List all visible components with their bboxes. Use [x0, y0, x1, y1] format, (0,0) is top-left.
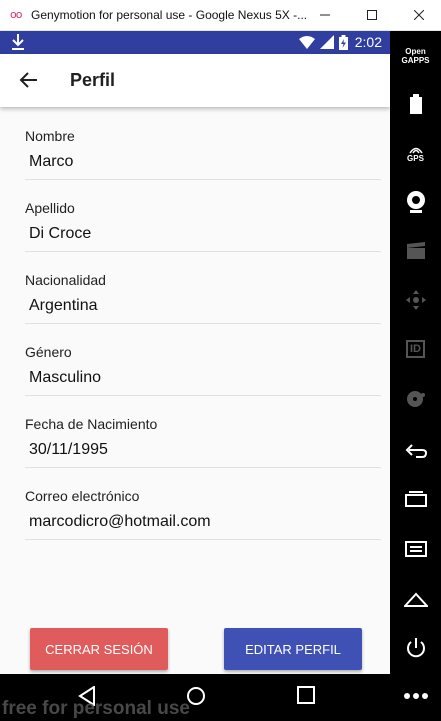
opengapps-button[interactable]: Open GAPPS — [390, 45, 441, 67]
field-label: Nombre — [25, 128, 75, 144]
edit-profile-button[interactable]: EDITAR PERFIL — [224, 628, 362, 670]
home-key-button[interactable] — [390, 588, 441, 610]
back-key-button[interactable] — [390, 439, 441, 461]
screencast-button[interactable] — [390, 239, 441, 263]
menu-key-button[interactable] — [390, 538, 441, 560]
more-dots-icon — [403, 693, 428, 699]
field-label: Nacionalidad — [25, 272, 106, 288]
field-fecha-nacimiento: Fecha de Nacimiento 30/11/1995 — [25, 395, 381, 468]
app-bar: Perfil — [0, 54, 390, 107]
field-nacionalidad: Nacionalidad Argentina — [25, 251, 381, 324]
webcam-button[interactable] — [390, 189, 441, 215]
menu-icon — [404, 541, 427, 557]
id-icon: ID — [406, 340, 425, 358]
field-value: 30/11/1995 — [29, 441, 108, 458]
watermark: free for personal use — [2, 698, 190, 719]
maximize-button[interactable] — [349, 0, 395, 30]
back-arrow-icon[interactable] — [17, 68, 41, 92]
status-indicators: 2:02 — [298, 34, 382, 50]
field-label: Fecha de Nacimiento — [25, 416, 158, 432]
status-bar: 2:02 — [0, 31, 390, 54]
power-icon — [406, 638, 425, 658]
field-value: Marco — [29, 153, 74, 170]
field-genero: Género Masculino — [25, 323, 381, 396]
field-apellido: Apellido Di Croce — [25, 179, 381, 252]
profile-content: Nombre Marco Apellido Di Croce Nacionali… — [0, 107, 390, 677]
field-label: Apellido — [25, 200, 75, 216]
gps-button[interactable]: GPS — [390, 140, 441, 166]
disc-icon — [406, 391, 425, 407]
home-key-icon — [403, 592, 428, 607]
identifiers-button[interactable]: ID — [390, 337, 441, 361]
close-icon — [414, 10, 424, 20]
gps-label: GPS — [407, 153, 424, 163]
battery-button[interactable] — [390, 92, 441, 116]
recent-apps-icon — [404, 491, 427, 507]
download-icon — [12, 34, 24, 50]
return-arrow-icon — [405, 444, 427, 458]
close-button[interactable] — [396, 0, 441, 30]
maximize-icon — [367, 10, 377, 20]
more-button[interactable] — [390, 688, 441, 704]
field-value: Argentina — [29, 297, 98, 314]
opengapps-label-line1: Open — [405, 47, 426, 56]
clapperboard-icon — [406, 242, 425, 259]
field-value: Masculino — [29, 369, 102, 386]
minimize-button[interactable] — [302, 0, 348, 30]
genymotion-logo-icon: oo — [10, 8, 23, 21]
emulator-side-panel: Open GAPPS GPS ID — [390, 31, 441, 721]
field-label: Correo electrónico — [25, 488, 140, 504]
battery-charging-icon — [338, 34, 348, 50]
opengapps-label-line2: GAPPS — [401, 56, 430, 65]
signal-icon — [319, 35, 334, 49]
window-title: Genymotion for personal use - Google Nex… — [31, 8, 308, 22]
power-button[interactable] — [390, 636, 441, 660]
move-arrows-icon — [405, 290, 426, 310]
remote-control-button[interactable] — [390, 287, 441, 313]
logout-button[interactable]: CERRAR SESIÓN — [30, 628, 168, 670]
recent-apps-key-button[interactable] — [390, 488, 441, 510]
gps-signal-icon — [408, 147, 423, 153]
field-value: Di Croce — [29, 225, 92, 242]
window-titlebar: oo Genymotion for personal use - Google … — [0, 0, 441, 31]
battery-icon — [409, 94, 422, 114]
minimize-icon — [320, 14, 330, 16]
wifi-icon — [298, 35, 315, 49]
page-title: Perfil — [70, 70, 116, 90]
webcam-icon — [406, 191, 425, 213]
media-button[interactable] — [390, 387, 441, 411]
field-correo: Correo electrónico marcodicro@hotmail.co… — [25, 467, 381, 540]
field-nombre: Nombre Marco — [25, 107, 381, 180]
field-label: Género — [25, 344, 72, 360]
device-screen: 2:02 Perfil Nombre Marco Apellido Di Cro… — [0, 31, 390, 721]
nav-recents-icon[interactable] — [297, 686, 315, 704]
status-time: 2:02 — [354, 34, 382, 50]
field-value: marcodicro@hotmail.com — [29, 513, 211, 530]
